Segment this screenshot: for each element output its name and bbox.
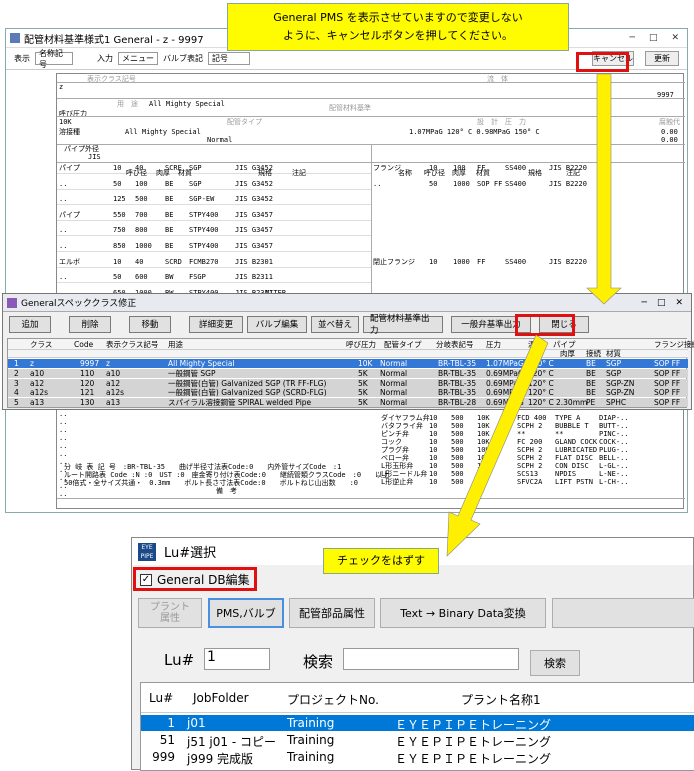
arrow-diagonal bbox=[446, 334, 549, 557]
arrows bbox=[446, 73, 622, 557]
arrow-down-right bbox=[586, 73, 622, 305]
